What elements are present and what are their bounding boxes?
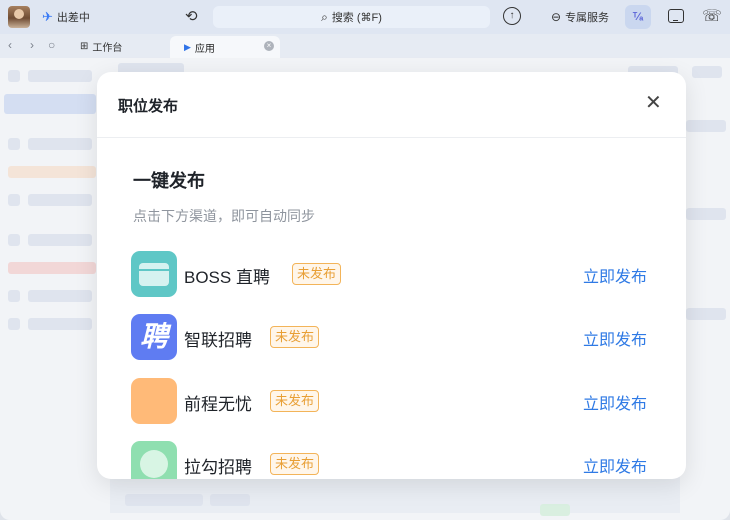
title-bar: ✈ 出差中 ⟲ ⌕ 搜索 (⌘F) ↑ ⊖ 专属服务 ᵀ⁄ₐ ☏ <box>0 0 730 34</box>
bg-placeholder <box>28 194 92 206</box>
history-icon[interactable]: ⟲ <box>185 7 198 25</box>
plane-icon: ✈ <box>42 9 53 24</box>
avatar[interactable] <box>8 6 30 28</box>
zhilian-logo-icon: 聘 <box>131 314 177 360</box>
status-badge: 未发布 <box>270 390 320 412</box>
tab-apps[interactable]: ▶ 应用 × <box>170 36 280 58</box>
bg-placeholder <box>28 70 92 82</box>
channel-zhilian: 聘 智联招聘 未发布 立即发布 <box>131 314 661 360</box>
app-icon: ▶ <box>184 41 191 52</box>
service-label: 专属服务 <box>565 12 610 24</box>
dialog-title: 职位发布 <box>118 98 179 115</box>
search-label: 搜索 (⌘F) <box>331 12 382 24</box>
bg-placeholder <box>110 473 680 513</box>
section-subtitle: 点击下方渠道，即可自动同步 <box>133 208 315 224</box>
bg-placeholder <box>28 290 92 302</box>
service-button[interactable]: ⊖ 专属服务 <box>551 9 609 25</box>
forward-icon[interactable]: › <box>30 38 34 52</box>
tab-workbench[interactable]: ⊞ 工作台 <box>80 39 122 54</box>
status-badge: 未发布 <box>270 453 320 475</box>
bg-placeholder <box>692 66 722 78</box>
app-window: ✈ 出差中 ⟲ ⌕ 搜索 (⌘F) ↑ ⊖ 专属服务 ᵀ⁄ₐ ☏ ‹ › ○ ⊞… <box>0 0 730 520</box>
channel-51job: 前程无忧 未发布 立即发布 <box>131 378 661 424</box>
job-publish-dialog: 职位发布 ✕ 一键发布 点击下方渠道，即可自动同步 BOSS 直聘 未发布 立即… <box>97 72 686 479</box>
tab-workbench-label: 工作台 <box>92 43 123 54</box>
bg-placeholder <box>8 290 20 302</box>
51job-logo-icon <box>131 378 177 424</box>
bg-placeholder <box>28 318 92 330</box>
bg-placeholder <box>28 234 92 246</box>
grid-icon: ⊞ <box>80 41 89 52</box>
channel-name: 智联招聘 <box>184 331 252 350</box>
status-badge: 未发布 <box>292 263 342 285</box>
service-icon: ⊖ <box>551 10 562 24</box>
bg-placeholder <box>210 494 250 506</box>
tab-bar: ‹ › ○ ⊞ 工作台 ▶ 应用 × <box>0 34 730 58</box>
call-icon[interactable]: ☏ <box>702 6 722 26</box>
bg-placeholder <box>8 70 20 82</box>
section-title: 一键发布 <box>133 171 205 191</box>
status-indicator[interactable]: ✈ 出差中 <box>42 9 90 25</box>
back-icon[interactable]: ‹ <box>8 38 12 52</box>
channel-lagou: 拉勾招聘 未发布 立即发布 <box>131 441 661 479</box>
channel-name: BOSS 直聘 <box>184 268 270 287</box>
search-icon: ⌕ <box>321 9 328 24</box>
bg-placeholder <box>4 94 96 114</box>
boss-logo-icon <box>131 251 177 297</box>
status-label: 出差中 <box>56 12 90 24</box>
close-icon[interactable]: ✕ <box>645 93 662 113</box>
bg-placeholder <box>8 166 96 178</box>
bg-placeholder <box>125 494 203 506</box>
publish-now-button[interactable]: 立即发布 <box>583 263 647 287</box>
upload-icon[interactable]: ↑ <box>503 7 521 25</box>
bg-placeholder <box>8 318 20 330</box>
screen-icon[interactable] <box>668 9 684 23</box>
channel-name: 拉勾招聘 <box>184 458 252 477</box>
bg-placeholder <box>540 504 570 516</box>
tab-apps-label: 应用 <box>194 43 215 55</box>
publish-now-button[interactable]: 立即发布 <box>583 453 647 477</box>
bg-placeholder <box>8 194 20 206</box>
bg-placeholder <box>686 208 726 220</box>
translate-icon[interactable]: ᵀ⁄ₐ <box>625 5 651 29</box>
tab-close-icon[interactable]: × <box>264 41 274 51</box>
status-badge: 未发布 <box>270 326 320 348</box>
dialog-header: 职位发布 ✕ <box>97 72 686 138</box>
channel-name: 前程无忧 <box>184 395 252 414</box>
lagou-logo-icon <box>131 441 177 479</box>
channel-boss: BOSS 直聘 未发布 立即发布 <box>131 251 661 297</box>
bg-placeholder <box>686 308 726 320</box>
publish-now-button[interactable]: 立即发布 <box>583 390 647 414</box>
bg-placeholder <box>8 138 20 150</box>
bg-placeholder <box>28 138 92 150</box>
publish-now-button[interactable]: 立即发布 <box>583 326 647 350</box>
refresh-icon[interactable]: ○ <box>48 38 55 52</box>
search-bar[interactable]: ⌕ 搜索 (⌘F) <box>213 6 490 28</box>
bg-placeholder <box>686 120 726 132</box>
bg-placeholder <box>8 262 96 274</box>
bg-placeholder <box>8 234 20 246</box>
